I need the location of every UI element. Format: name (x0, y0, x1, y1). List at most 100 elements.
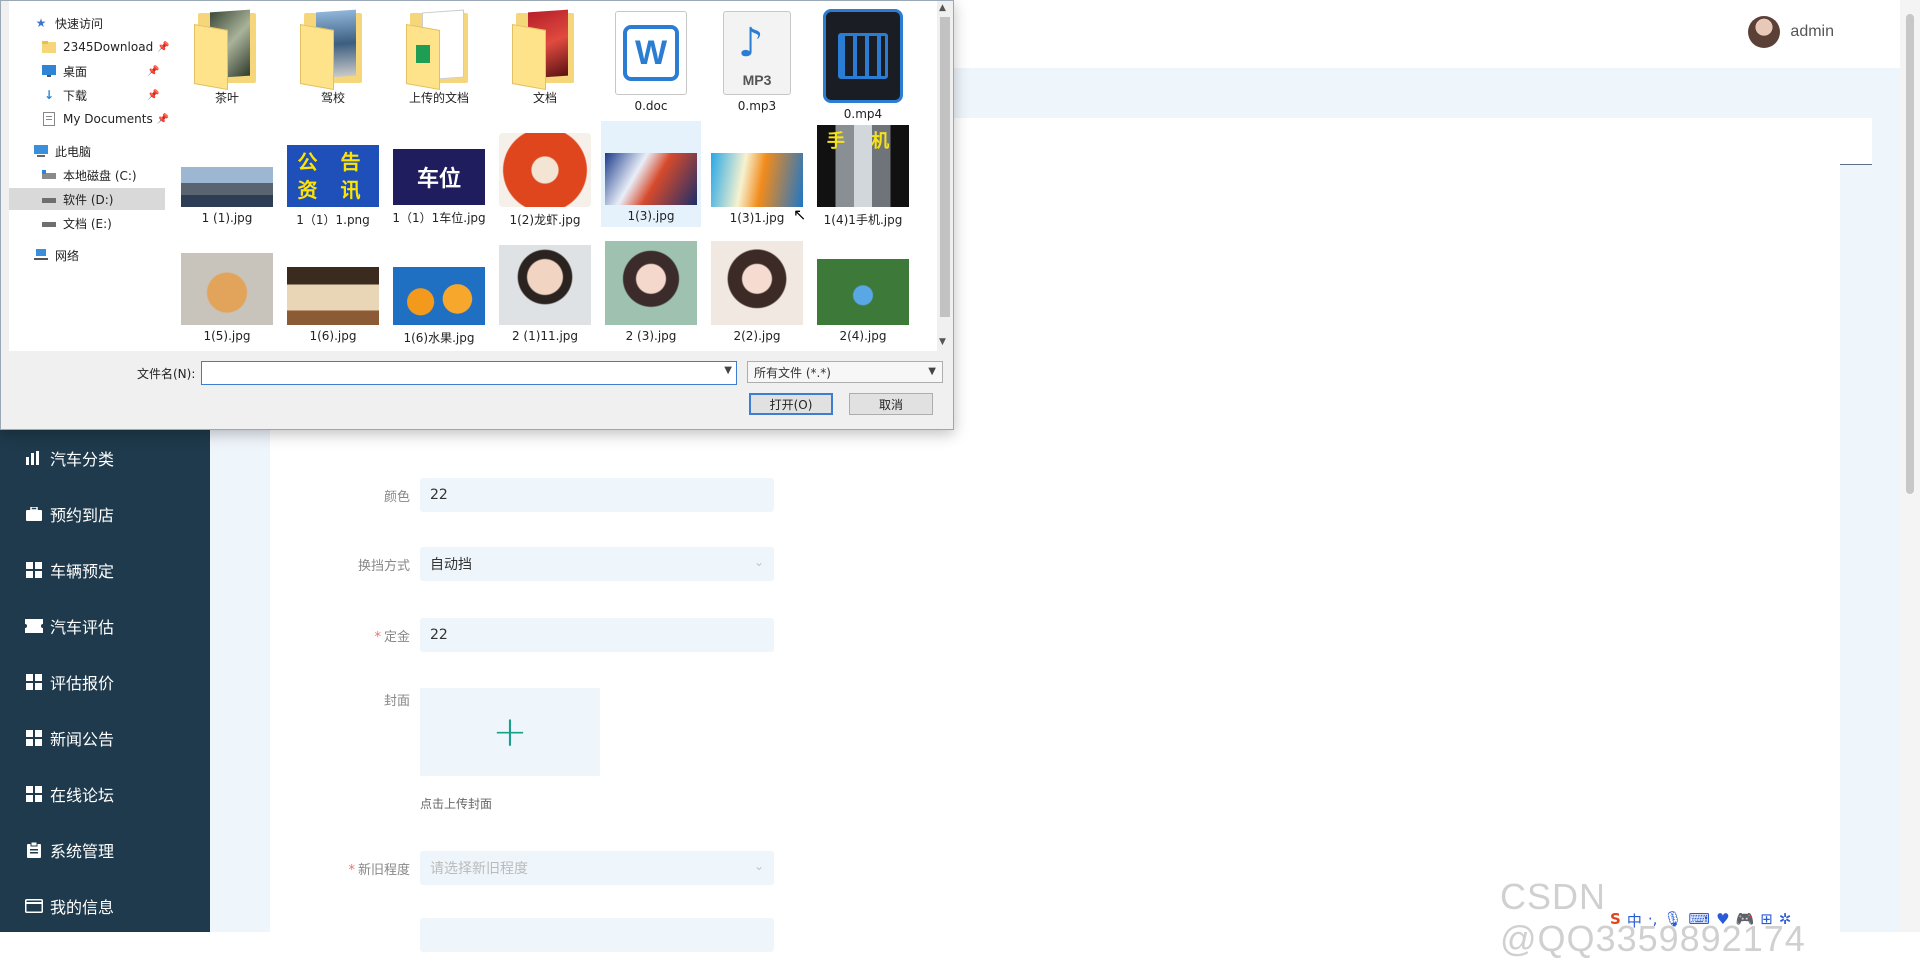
nav-network[interactable]: 网络 (33, 244, 79, 266)
file-item-image[interactable]: 1(5).jpg (177, 239, 277, 343)
settings-icon[interactable]: ✲ (1779, 910, 1792, 931)
file-item-image[interactable]: 手 机 1(4)1手机.jpg (813, 123, 913, 228)
file-list-scrollbar[interactable]: ▲ ▼ (937, 1, 953, 351)
sidebar-item-label: 系统管理 (50, 842, 115, 861)
nav-label: 软件 (D:) (63, 192, 114, 207)
file-item-image[interactable]: 2 (3).jpg (601, 239, 701, 343)
page-scroll-thumb[interactable] (1906, 14, 1914, 494)
gamepad-icon[interactable]: 🎮 (1736, 910, 1755, 931)
sidebar-item-system[interactable]: 系统管理 (0, 822, 210, 878)
required-mark: * (348, 862, 355, 878)
ime-toolbar[interactable]: S 中 ·, 🎙 ⌨ ♥ 🎮 ⊞ ✲ (1610, 910, 1791, 931)
image-thumbnail (181, 253, 273, 325)
user-name[interactable]: admin (1790, 23, 1834, 41)
scroll-down-icon[interactable]: ▼ (939, 337, 946, 347)
nav-drive-c[interactable]: 本地磁盘 (C:) (41, 164, 137, 186)
chevron-down-icon[interactable]: ▼ (724, 365, 732, 376)
file-item-image[interactable]: 2(4).jpg (813, 239, 913, 343)
sidebar-item-appointment[interactable]: 预约到店 (0, 486, 210, 542)
pin-icon: 📌 (157, 41, 170, 53)
nav-drive-d[interactable]: 软件 (D:) (9, 188, 165, 210)
grid-icon (24, 785, 44, 803)
nav-2345download[interactable]: 2345Download 📌 (41, 36, 170, 58)
file-name: 0.doc (634, 99, 668, 113)
file-open-dialog: ★ 快速访问 2345Download 📌 桌面 📌 ↓ 下载 📌 My Document… (0, 0, 954, 430)
grid-icon (24, 561, 44, 579)
file-item-image[interactable]: 2 (1)11.jpg (495, 239, 595, 343)
clipboard-icon (24, 841, 44, 859)
nav-drive-e[interactable]: 文档 (E:) (41, 212, 112, 234)
image-thumbnail (711, 241, 803, 325)
file-name: 文档 (532, 91, 557, 105)
file-type-filter[interactable]: 所有文件 (*.*) ▼ (747, 361, 943, 383)
sidebar-item-news[interactable]: 新闻公告 (0, 710, 210, 766)
skin-icon[interactable]: ♥ (1716, 910, 1729, 931)
condition-select[interactable]: 请选择新旧程度 ⌄ (420, 851, 774, 885)
file-name: 1 (1).jpg (201, 211, 253, 225)
scroll-up-icon[interactable]: ▲ (939, 3, 946, 13)
sogou-icon[interactable]: S (1610, 910, 1621, 931)
nav-my-documents[interactable]: My Documents 📌 (41, 108, 169, 130)
word-doc-icon: W (615, 11, 687, 95)
nav-desktop[interactable]: 桌面 📌 (41, 60, 159, 82)
sidebar-item-forum[interactable]: 在线论坛 (0, 766, 210, 822)
open-button[interactable]: 打开(O) (749, 393, 833, 415)
briefcase-icon (24, 505, 44, 523)
file-item-folder[interactable]: 文档 (495, 5, 595, 106)
file-item-mp3[interactable]: ♪ MP3 0.mp3 (707, 5, 807, 113)
gear-select-value: 自动挡 (430, 557, 472, 573)
file-list-scroll-thumb[interactable] (940, 17, 950, 317)
deposit-input[interactable]: 22 (420, 618, 774, 652)
file-item-image[interactable]: 公 告 资 讯 1（1）1.png (283, 123, 383, 228)
sidebar-item-label: 我的信息 (50, 898, 115, 917)
video-file-icon (823, 9, 903, 103)
next-input[interactable] (420, 918, 774, 952)
file-item-folder[interactable]: 驾校 (283, 5, 383, 106)
nav-label: 此电脑 (55, 144, 92, 159)
file-item-mp4[interactable]: 0.mp4 (813, 5, 913, 121)
mic-icon[interactable]: 🎙 (1663, 910, 1682, 931)
nav-quick-access[interactable]: ★ 快速访问 (33, 12, 103, 34)
nav-this-pc[interactable]: 此电脑 (33, 140, 91, 162)
sidebar-item-car-evaluation[interactable]: 汽车评估 (0, 598, 210, 654)
mouse-cursor-icon: ↖ (793, 205, 807, 224)
file-item-image[interactable]: 1(6).jpg (283, 239, 383, 343)
page-scrollbar[interactable] (1900, 0, 1920, 932)
file-item-image[interactable]: 1(3).jpg (601, 121, 701, 227)
file-item-folder[interactable]: 茶叶 (177, 5, 277, 106)
file-item-image[interactable]: 1(3)1.jpg (707, 123, 807, 225)
image-thumbnail (499, 245, 591, 325)
network-icon (33, 248, 49, 262)
file-item-doc[interactable]: W 0.doc (601, 5, 701, 113)
cancel-button[interactable]: 取消 (849, 393, 933, 415)
color-input[interactable]: 22 (420, 478, 774, 512)
file-item-image[interactable]: 车位 1（1）1车位.jpg (389, 123, 489, 226)
file-item-image[interactable]: 1(6)水果.jpg (389, 239, 489, 346)
apps-icon[interactable]: ⊞ (1760, 910, 1773, 931)
cover-upload-button[interactable]: + (420, 688, 600, 776)
user-menu[interactable]: admin (1748, 16, 1834, 48)
file-item-image[interactable]: 2(2).jpg (707, 239, 807, 343)
sidebar-item-car-category[interactable]: 汽车分类 (0, 430, 210, 486)
pin-icon: 📌 (147, 65, 160, 77)
file-name: 1(6)水果.jpg (403, 331, 475, 345)
keyboard-icon[interactable]: ⌨ (1688, 910, 1710, 931)
file-item-image[interactable]: 1(2)龙虾.jpg (495, 123, 595, 228)
filename-input[interactable]: ▼ (201, 361, 737, 385)
sidebar-item-my-info[interactable]: 我的信息 (0, 878, 210, 934)
ime-lang[interactable]: 中 (1627, 910, 1642, 931)
file-item-image[interactable]: 1 (1).jpg (177, 123, 277, 225)
nav-label: 本地磁盘 (C:) (63, 168, 137, 183)
navigation-pane: ★ 快速访问 2345Download 📌 桌面 📌 ↓ 下载 📌 My Document… (9, 1, 170, 351)
drive-icon (41, 192, 57, 206)
gear-select[interactable]: 自动挡 ⌄ (420, 547, 774, 581)
grid-icon (24, 673, 44, 691)
avatar[interactable] (1748, 16, 1781, 48)
bar-chart-icon (24, 449, 44, 467)
download-icon: ↓ (43, 88, 55, 102)
nav-downloads[interactable]: ↓ 下载 📌 (41, 84, 160, 106)
sidebar-item-vehicle-booking[interactable]: 车辆预定 (0, 542, 210, 598)
sidebar-item-evaluation-quote[interactable]: 评估报价 (0, 654, 210, 710)
file-item-folder[interactable]: 上传的文档 (389, 5, 489, 106)
punctuation-icon[interactable]: ·, (1648, 910, 1658, 931)
